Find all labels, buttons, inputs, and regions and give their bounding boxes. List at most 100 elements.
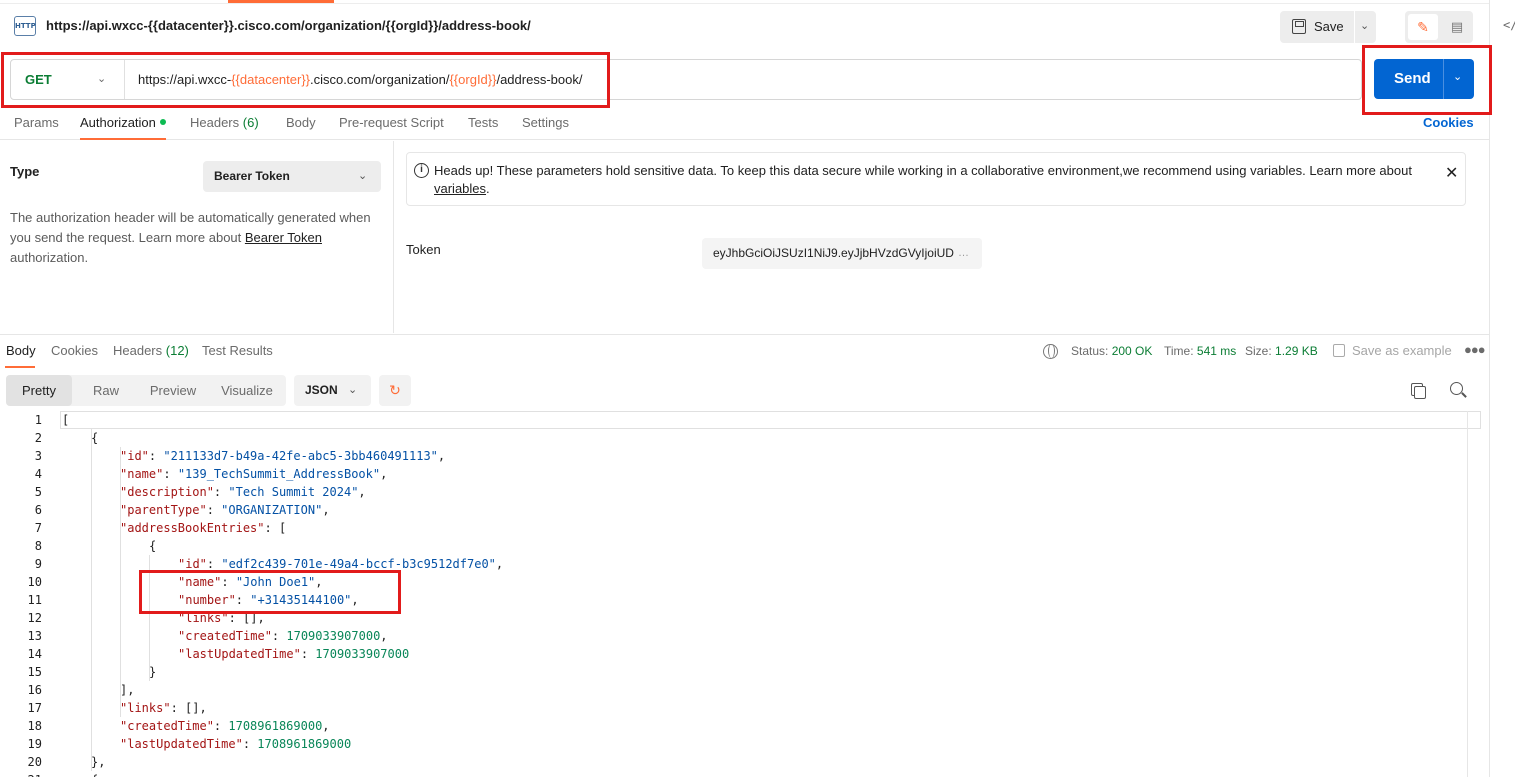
- visualize-button[interactable]: Visualize: [211, 375, 283, 406]
- save-button[interactable]: Save ⌄: [1280, 11, 1376, 43]
- chevron-down-icon: ⌄: [358, 170, 368, 182]
- code-text: "addressBookEntries": [: [120, 519, 286, 537]
- code-line: 11 "number": "+31435144100",: [0, 591, 359, 609]
- code-text: "links": [],: [120, 699, 207, 717]
- request-title[interactable]: https://api.wxcc-{{datacenter}}.cisco.co…: [46, 18, 531, 33]
- tab-authorization[interactable]: Authorization: [80, 115, 166, 130]
- tab-tests[interactable]: Tests: [468, 115, 498, 130]
- auth-type-select[interactable]: Bearer Token ⌄: [203, 161, 381, 192]
- chevron-down-icon[interactable]: ⌄: [1360, 19, 1369, 32]
- comment-icon[interactable]: ▤: [1443, 14, 1471, 40]
- save-example-label: Save as example: [1352, 343, 1452, 358]
- tab-params[interactable]: Params: [14, 115, 59, 130]
- tab-body[interactable]: Body: [286, 115, 316, 130]
- line-number: 19: [27, 737, 42, 751]
- line-number: 21: [0, 771, 42, 777]
- editor-scrollbar-track[interactable]: [1467, 411, 1468, 777]
- sensitive-data-alert: i Heads up! These parameters hold sensit…: [406, 152, 1466, 206]
- line-number: 4: [34, 467, 42, 481]
- code-token: "description": [120, 485, 214, 499]
- indent-guide: [91, 429, 92, 771]
- code-token: "lastUpdatedTime": [120, 737, 243, 751]
- close-icon[interactable]: ✕: [1445, 163, 1458, 183]
- code-token: {: [91, 431, 99, 445]
- alert-text: Heads up! These parameters hold sensitiv…: [434, 163, 1412, 178]
- alert-message: Heads up! These parameters hold sensitiv…: [434, 162, 1424, 198]
- response-tab-test-results[interactable]: Test Results: [202, 343, 273, 358]
- response-tab-headers[interactable]: Headers (12): [113, 343, 189, 358]
- more-icon: …: [958, 238, 982, 269]
- line-number: 7: [34, 521, 42, 535]
- raw-button[interactable]: Raw: [76, 375, 136, 406]
- info-icon: i: [414, 163, 429, 178]
- token-value: eyJhbGciOiJSUzI1NiJ9.eyJjbHVzdGVyIjoiUD: [713, 246, 954, 260]
- code-token: [: [62, 413, 70, 427]
- code-text: },: [91, 753, 105, 771]
- save-label: Save: [1314, 19, 1344, 34]
- line-number: 20: [27, 755, 42, 769]
- time-label: Time:: [1164, 344, 1194, 358]
- code-token: },: [91, 755, 106, 769]
- line-number: 3: [34, 449, 42, 463]
- code-token: :: [213, 485, 229, 499]
- status-text[interactable]: Status: 200 OK: [1071, 344, 1152, 358]
- mode-toggle[interactable]: ✎ ▤: [1405, 11, 1473, 43]
- variables-link[interactable]: variables: [434, 181, 486, 196]
- wrap-icon[interactable]: ↻: [379, 375, 411, 406]
- status-dot: [159, 119, 166, 125]
- code-line: 10 "name": "John Doe1",: [0, 573, 323, 591]
- code-token: 1708961869000: [257, 737, 352, 751]
- code-token: :: [300, 647, 316, 661]
- code-line: 17 "links": [],: [0, 699, 207, 717]
- more-icon[interactable]: ●●●: [1464, 342, 1486, 357]
- response-tab-underline: [5, 366, 35, 368]
- line-number: 9: [34, 557, 42, 571]
- pretty-button[interactable]: Pretty: [6, 375, 72, 406]
- line-number: 5: [34, 485, 42, 499]
- code-token: }: [149, 665, 157, 679]
- save-as-example-button[interactable]: Save as example: [1333, 343, 1452, 358]
- globe-icon[interactable]: [1043, 344, 1058, 359]
- time-text[interactable]: Time: 541 ms: [1164, 344, 1236, 358]
- code-icon[interactable]: </: [1503, 18, 1515, 32]
- pencil-icon[interactable]: ✎: [1408, 14, 1438, 40]
- line-number: 11: [27, 593, 42, 607]
- code-token: "createdTime": [120, 719, 214, 733]
- code-token: ,: [322, 503, 330, 517]
- token-input[interactable]: eyJhbGciOiJSUzI1NiJ9.eyJjbHVzdGVyIjoiUD …: [702, 238, 982, 269]
- status-label: Status:: [1071, 344, 1109, 358]
- line-number: 18: [27, 719, 42, 733]
- size-text[interactable]: Size: 1.29 KB: [1245, 344, 1318, 358]
- code-line: 6 "parentType": "ORGANIZATION",: [0, 501, 330, 519]
- tab-headers[interactable]: Headers (6): [190, 115, 259, 130]
- code-token: ,: [322, 719, 330, 733]
- response-headers-count: (12): [165, 343, 189, 358]
- format-select[interactable]: JSON ⌄: [294, 375, 371, 406]
- code-token: "ORGANIZATION": [221, 503, 323, 517]
- code-text: ],: [120, 681, 134, 699]
- code-line: 20},: [0, 753, 106, 771]
- response-tab-body[interactable]: Body: [6, 343, 36, 358]
- code-line: 2{: [0, 429, 98, 447]
- code-text: }: [149, 663, 156, 681]
- code-token: 1709033907000: [315, 647, 410, 661]
- code-line: 12 "links": [],: [0, 609, 265, 627]
- search-icon[interactable]: [1450, 382, 1463, 395]
- response-tab-cookies[interactable]: Cookies: [51, 343, 98, 358]
- code-line: 5 "description": "Tech Summit 2024",: [0, 483, 366, 501]
- code-token: "links": [120, 701, 171, 715]
- code-token: "createdTime": [178, 629, 272, 643]
- auth-desc-end: authorization.: [10, 250, 89, 265]
- copy-icon[interactable]: [1411, 383, 1426, 399]
- bearer-token-link[interactable]: Bearer Token: [245, 230, 322, 245]
- tab-prerequest-script[interactable]: Pre-request Script: [339, 115, 444, 130]
- code-text: {: [91, 771, 98, 777]
- tab-settings[interactable]: Settings: [522, 115, 569, 130]
- code-token: {: [91, 773, 98, 777]
- code-line: 19 "lastUpdatedTime": 1708961869000: [0, 735, 352, 753]
- preview-button[interactable]: Preview: [139, 375, 207, 406]
- cookies-link[interactable]: Cookies: [1423, 115, 1474, 130]
- code-token: "edf2c439-701e-49a4-bccf-b3c9512df7e0": [221, 557, 496, 571]
- auth-description: The authorization header will be automat…: [10, 208, 382, 268]
- line-number: 1: [34, 413, 42, 427]
